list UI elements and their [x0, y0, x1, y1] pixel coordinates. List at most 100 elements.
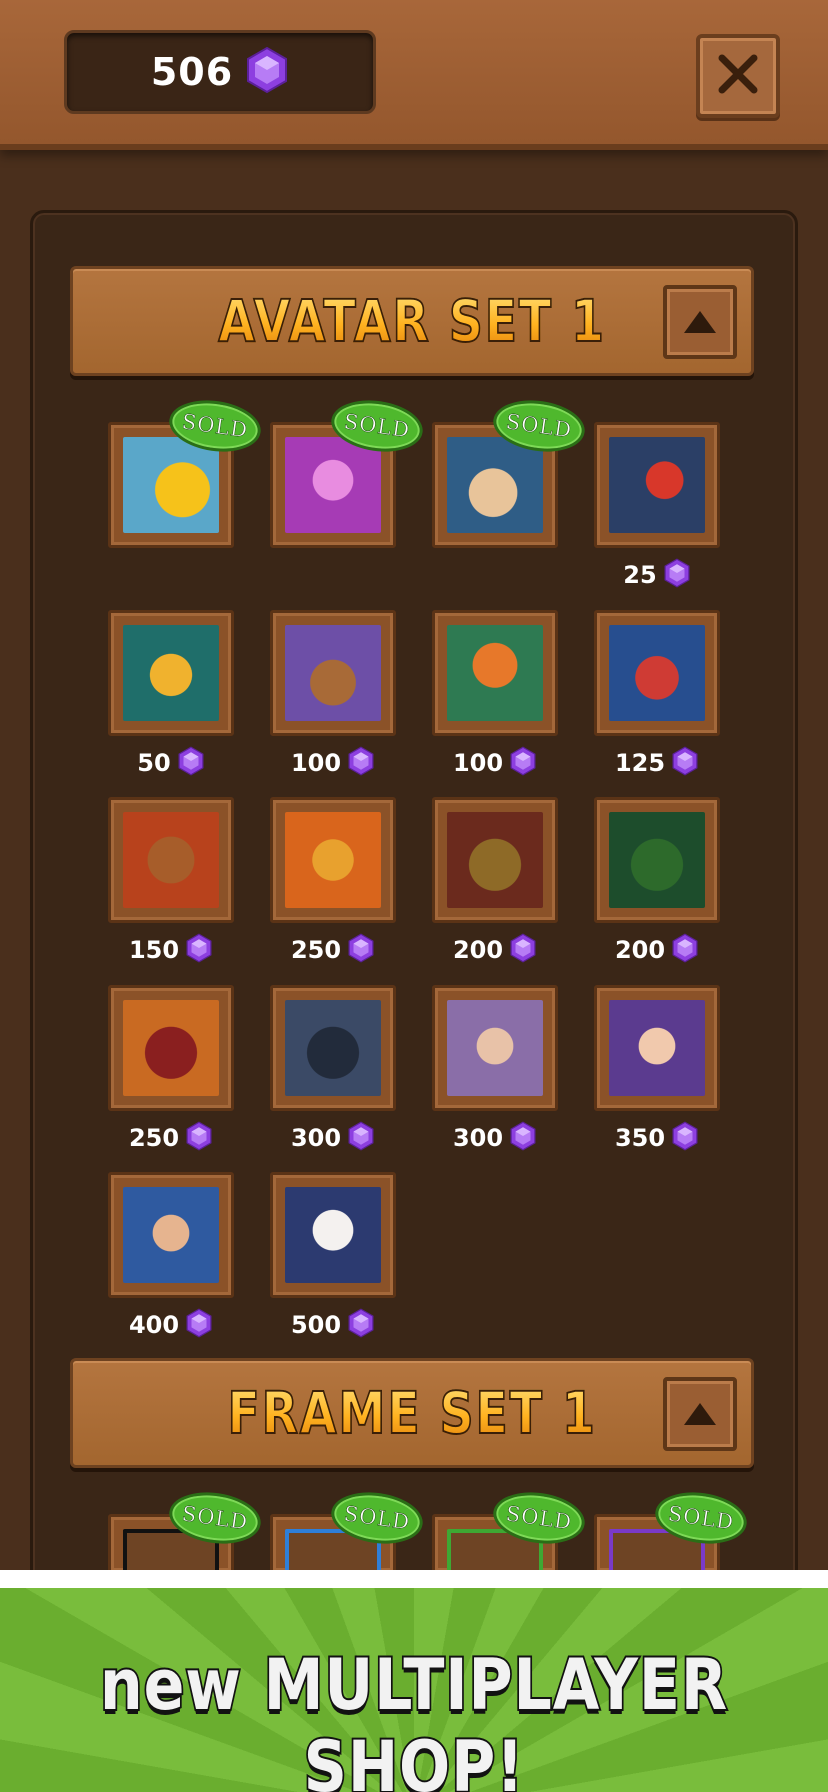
- avatar-item-duck[interactable]: SOLD: [108, 394, 265, 548]
- avatar-item-blue-hair-ninja[interactable]: 350: [594, 985, 720, 1155]
- frame-item-frame-black[interactable]: SOLD: [108, 1486, 265, 1589]
- triangle-up-icon: [684, 1403, 716, 1425]
- avatar-frame: [432, 985, 558, 1111]
- avatar-frame: [594, 610, 720, 736]
- avatar-item-nautilus[interactable]: SOLD: [432, 394, 589, 548]
- avatar-image: [609, 437, 705, 533]
- avatar-item-pumpkin[interactable]: 100: [432, 610, 558, 780]
- price-value: 250: [128, 1124, 180, 1152]
- avatar-item-ninja-black[interactable]: 300: [270, 985, 396, 1155]
- section-title: FRAME SET 1: [134, 1378, 690, 1448]
- avatar-item-red-crab[interactable]: 25: [594, 422, 720, 592]
- avatar-item-geisha[interactable]: 300: [432, 985, 558, 1155]
- sold-label: SOLD: [504, 1501, 574, 1535]
- avatar-item-green-hair-fighter[interactable]: 400: [108, 1172, 234, 1342]
- price-value: 125: [614, 749, 666, 777]
- section-title: AVATAR SET 1: [134, 286, 690, 356]
- sold-label: SOLD: [666, 1501, 736, 1535]
- price-tag: 250: [108, 1121, 234, 1155]
- purple-gem-icon: [509, 1121, 537, 1155]
- avatar-frame: [594, 797, 720, 923]
- frame-set-header[interactable]: FRAME SET 1: [70, 1358, 754, 1468]
- avatar-set-header[interactable]: AVATAR SET 1: [70, 266, 754, 376]
- avatar-image: [447, 625, 543, 721]
- avatar-item-starfish[interactable]: 50: [108, 610, 234, 780]
- frame-item-frame-purple[interactable]: SOLD: [594, 1486, 751, 1589]
- purple-gem-icon: [509, 746, 537, 780]
- banner-text: new MULTIPLAYER SHOP!: [98, 1642, 729, 1792]
- sold-label: SOLD: [180, 409, 250, 443]
- avatar-image: [609, 812, 705, 908]
- avatar-item-diver-robot[interactable]: 125: [594, 610, 720, 780]
- price-tag: 200: [594, 933, 720, 967]
- price-value: 100: [290, 749, 342, 777]
- price-value: 200: [452, 936, 504, 964]
- avatar-item-fox-mask[interactable]: 500: [270, 1172, 396, 1342]
- avatar-image: [447, 437, 543, 533]
- avatar-item-pixel-robot[interactable]: SOLD: [270, 394, 427, 548]
- frame-preview: SOLD: [108, 1486, 265, 1589]
- purple-gem-icon: [185, 1121, 213, 1155]
- avatar-image: [285, 1187, 381, 1283]
- avatar-image: [285, 625, 381, 721]
- avatar-frame: [270, 1172, 396, 1298]
- collapse-frame-set-button[interactable]: [663, 1377, 737, 1451]
- avatar-frame: SOLD: [432, 394, 589, 548]
- price-value: 500: [290, 1311, 342, 1339]
- avatar-image: [123, 1000, 219, 1096]
- price-value: 400: [128, 1311, 180, 1339]
- price-tag: 350: [594, 1121, 720, 1155]
- triangle-up-icon: [684, 311, 716, 333]
- frame-preview: SOLD: [432, 1486, 589, 1589]
- avatar-frame: [108, 610, 234, 736]
- avatar-frame: [270, 985, 396, 1111]
- close-button[interactable]: [696, 34, 780, 118]
- top-bar: 506: [0, 0, 828, 150]
- price-tag: 300: [270, 1121, 396, 1155]
- price-value: 300: [452, 1124, 504, 1152]
- price-value: 200: [614, 936, 666, 964]
- purple-gem-icon: [347, 746, 375, 780]
- gem-count: 506: [150, 50, 234, 94]
- price-tag: 50: [108, 746, 234, 780]
- price-tag: 400: [108, 1308, 234, 1342]
- avatar-frame: [432, 610, 558, 736]
- sold-label: SOLD: [342, 1501, 412, 1535]
- avatar-frame: [594, 422, 720, 548]
- price-tag: 100: [432, 746, 558, 780]
- avatar-item-dinosaur[interactable]: 100: [270, 610, 396, 780]
- avatar-frame: [432, 797, 558, 923]
- avatar-image: [447, 812, 543, 908]
- purple-gem-icon: [185, 933, 213, 967]
- avatar-image: [123, 625, 219, 721]
- frame-preview: SOLD: [270, 1486, 427, 1589]
- avatar-item-ninja-red[interactable]: 250: [108, 985, 234, 1155]
- avatar-frame: [594, 985, 720, 1111]
- avatar-image: [609, 1000, 705, 1096]
- avatar-item-ninja-yellow[interactable]: 200: [432, 797, 558, 967]
- avatar-frame: [270, 610, 396, 736]
- banner-divider: [0, 1570, 828, 1588]
- price-value: 150: [128, 936, 180, 964]
- frame-item-frame-green[interactable]: SOLD: [432, 1486, 589, 1589]
- price-value: 250: [290, 936, 342, 964]
- avatar-item-tiki-mask[interactable]: 150: [108, 797, 234, 967]
- avatar-image: [285, 437, 381, 533]
- avatar-frame: [108, 797, 234, 923]
- sold-label: SOLD: [342, 409, 412, 443]
- avatar-item-dragon[interactable]: 250: [270, 797, 396, 967]
- avatar-frame: SOLD: [270, 394, 427, 548]
- price-value: 100: [452, 749, 504, 777]
- frame-item-frame-blue[interactable]: SOLD: [270, 1486, 427, 1589]
- purple-gem-icon: [663, 558, 691, 592]
- price-value: 350: [614, 1124, 666, 1152]
- collapse-avatar-set-button[interactable]: [663, 285, 737, 359]
- purple-gem-icon: [671, 1121, 699, 1155]
- price-tag: 25: [594, 558, 720, 592]
- price-tag: 100: [270, 746, 396, 780]
- price-tag: 125: [594, 746, 720, 780]
- avatar-image: [285, 812, 381, 908]
- price-value: 25: [623, 561, 657, 589]
- close-x-icon: [716, 52, 760, 100]
- avatar-item-ninja-green[interactable]: 200: [594, 797, 720, 967]
